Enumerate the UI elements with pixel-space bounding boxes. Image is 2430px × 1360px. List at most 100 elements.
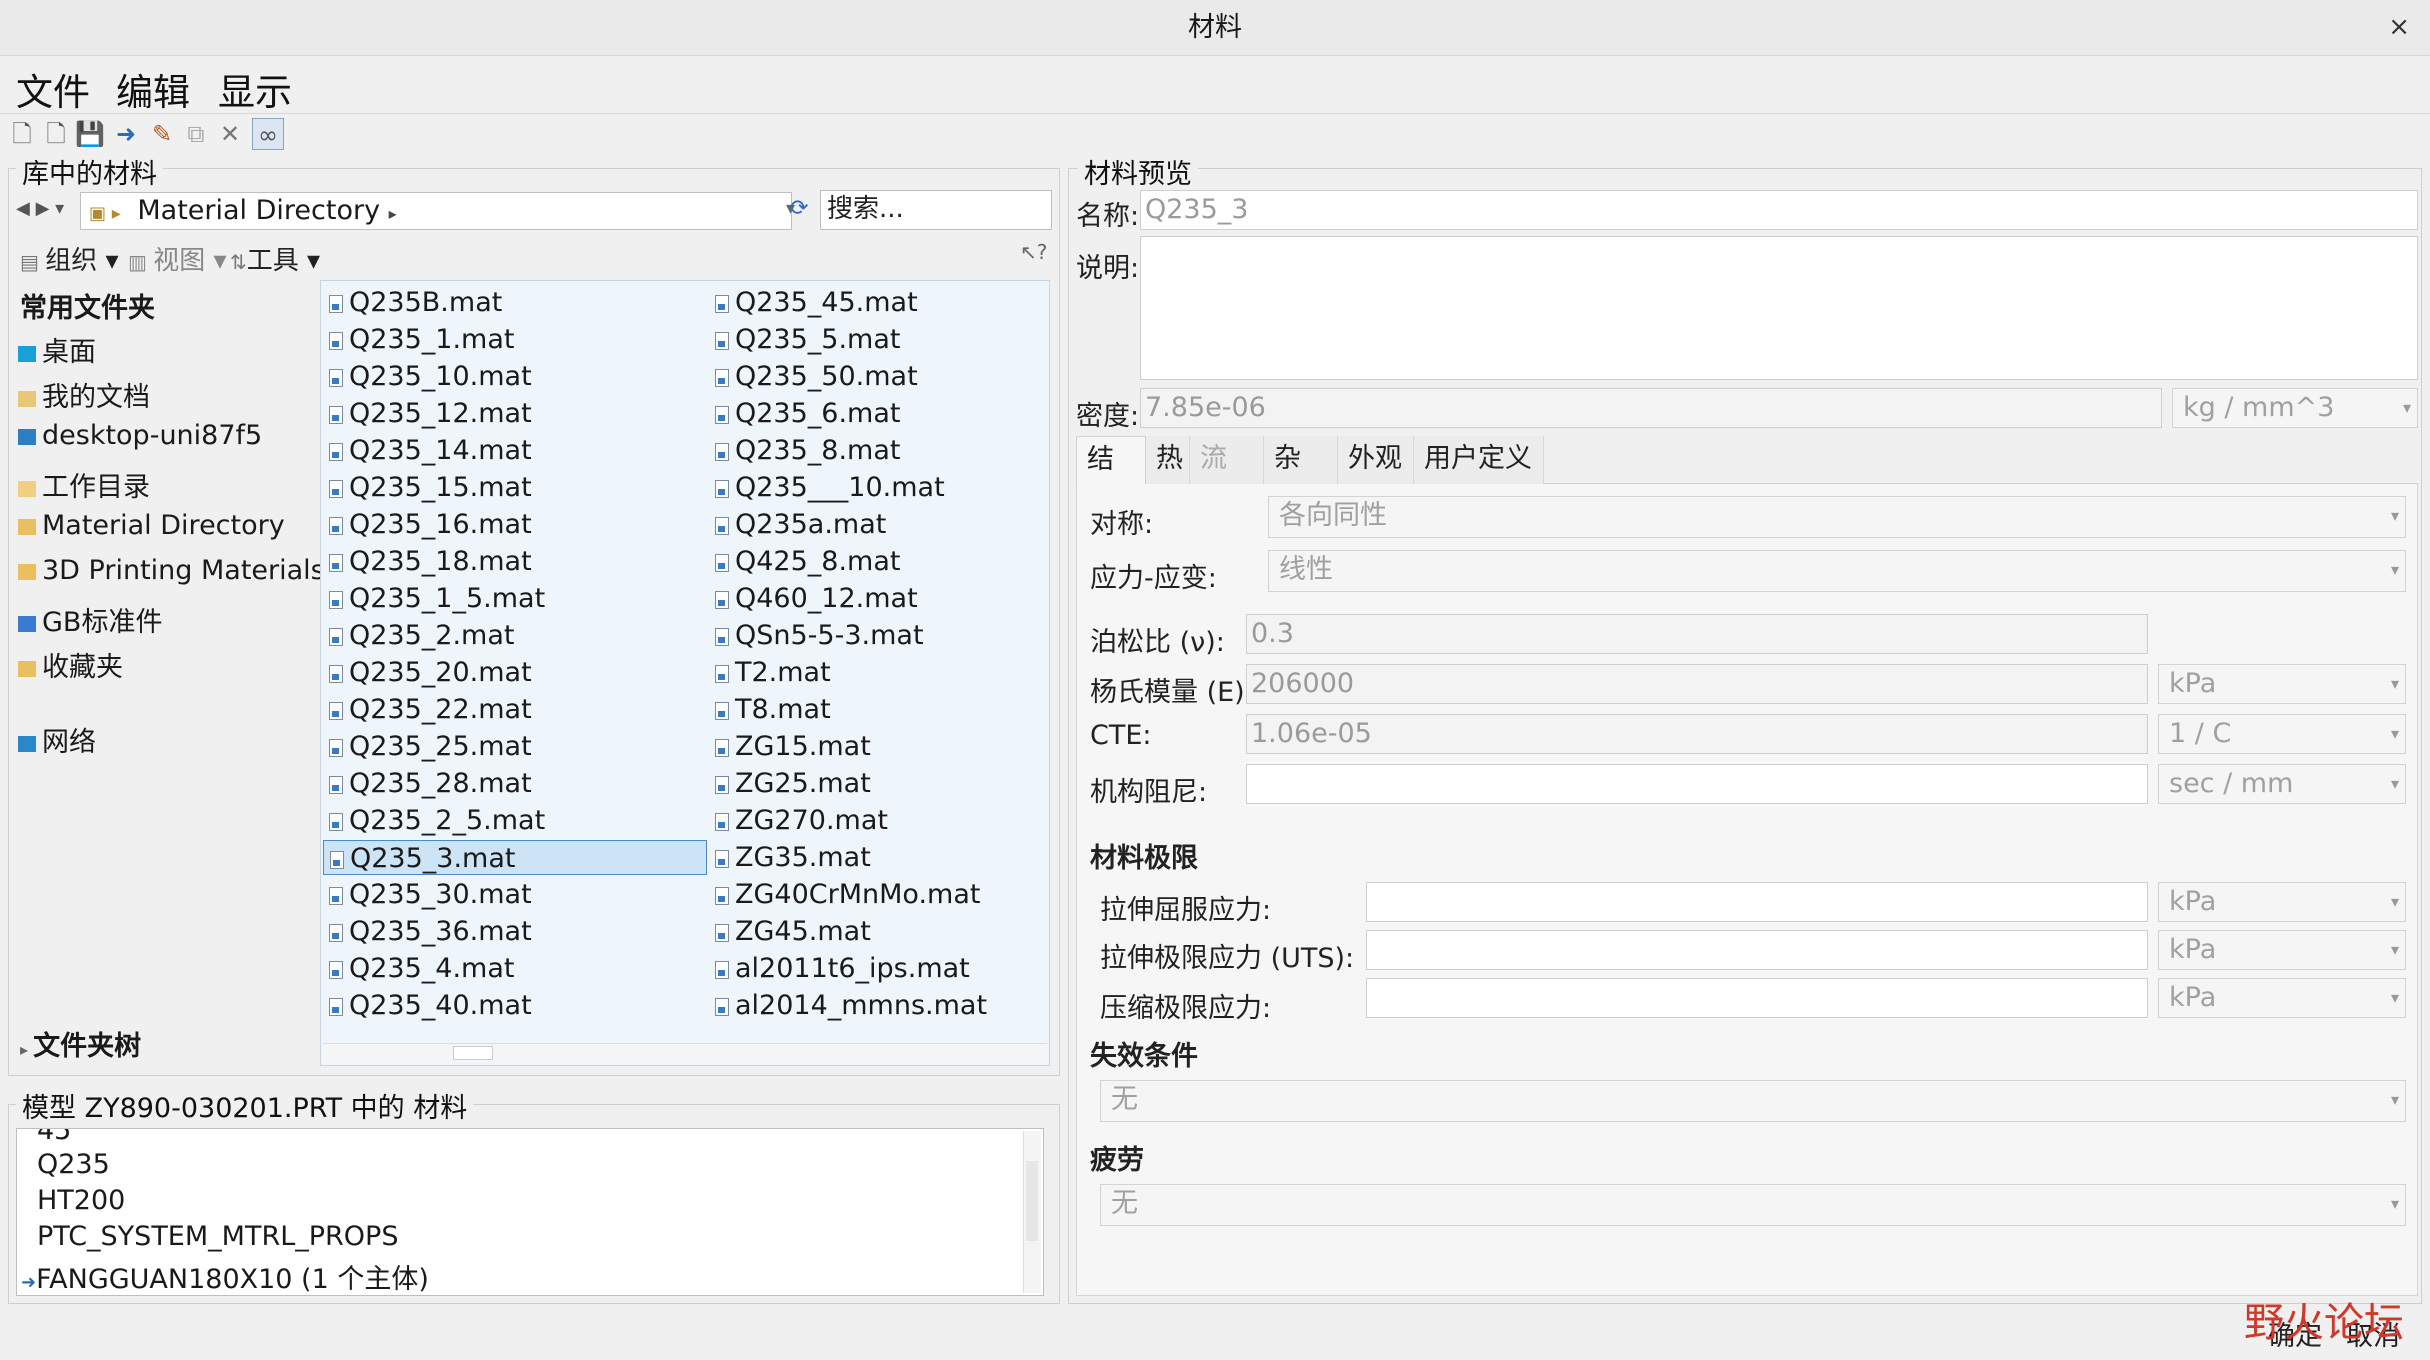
sidebar-item-desktop[interactable]: 桌面 <box>18 330 96 369</box>
file-item[interactable]: Q235_28.mat <box>323 766 707 801</box>
file-item[interactable]: Q235_8.mat <box>709 433 1039 468</box>
tab-fluid[interactable]: 流体 <box>1190 436 1264 520</box>
file-item[interactable]: Q235_15.mat <box>323 470 707 505</box>
file-list[interactable]: Q235B.mat Q235_1.mat Q235_10.mat Q235_12.ma… <box>320 280 1050 1066</box>
description-field[interactable] <box>1140 236 2418 380</box>
file-item[interactable]: Q235_20.mat <box>323 655 707 690</box>
file-item[interactable]: Q235_3.mat <box>323 840 707 875</box>
new-from-icon[interactable]: 🗋 <box>40 118 72 150</box>
close-icon[interactable]: × <box>2388 12 2410 42</box>
sidebar-item-documents[interactable]: 我的文档 <box>18 375 150 414</box>
compressive-ultimate-field[interactable] <box>1366 978 2148 1018</box>
file-item[interactable]: al2014_mmns.mat <box>709 988 1039 1023</box>
file-item[interactable]: Q235_45.mat <box>709 285 1039 320</box>
file-item[interactable]: Q235a.mat <box>709 507 1039 542</box>
file-item[interactable]: T2.mat <box>709 655 1039 690</box>
file-item[interactable]: Q235_5.mat <box>709 322 1039 357</box>
file-item[interactable]: Q235_2.mat <box>323 618 707 653</box>
tab-appearance[interactable]: 外观 <box>1338 436 1414 484</box>
sidebar-item-computer[interactable]: desktop-uni87f5 <box>18 420 262 451</box>
file-item[interactable]: ZG270.mat <box>709 803 1039 838</box>
failure-criteria-dropdown[interactable]: 无 <box>1100 1080 2406 1122</box>
file-item[interactable]: Q235_16.mat <box>323 507 707 542</box>
organize-menu[interactable]: ▤ 组织 ▾ <box>20 240 119 277</box>
youngs-unit-dropdown[interactable]: kPa <box>2158 664 2406 704</box>
search-input[interactable]: 搜索... <box>820 190 1052 230</box>
fatigue-dropdown[interactable]: 无 <box>1100 1184 2406 1226</box>
tab-thermal[interactable]: 热 <box>1146 436 1190 484</box>
help-pointer-icon[interactable]: ↖? <box>1020 240 1047 264</box>
sidebar-item-working-dir[interactable]: 工作目录 <box>18 465 150 504</box>
compressive-ultimate-unit-dropdown[interactable]: kPa <box>2158 978 2406 1018</box>
folder-tree-toggle[interactable]: ▸ 文件夹树 <box>20 1024 141 1063</box>
view-menu[interactable]: ▥ 视图 ▾ <box>128 240 227 277</box>
refresh-icon[interactable]: ⟳ <box>790 196 812 226</box>
file-item[interactable]: Q235_12.mat <box>323 396 707 431</box>
sidebar-item-3d-printing[interactable]: 3D Printing Materials <box>18 555 325 586</box>
scrollbar-thumb[interactable] <box>1026 1161 1038 1241</box>
model-material-item[interactable]: Q235 <box>37 1149 110 1180</box>
file-item[interactable]: Q460_12.mat <box>709 581 1039 616</box>
file-item[interactable]: ZG45.mat <box>709 914 1039 949</box>
tensile-yield-field[interactable] <box>1366 882 2148 922</box>
poisson-field[interactable]: 0.3 <box>1246 614 2148 654</box>
name-field[interactable]: Q235_3 <box>1140 190 2418 230</box>
vertical-scrollbar[interactable] <box>1023 1131 1041 1293</box>
edit-icon[interactable]: ✎ <box>146 118 178 150</box>
file-item[interactable]: Q235_22.mat <box>323 692 707 727</box>
model-materials-list[interactable]: 45 Q235 HT200 PTC_SYSTEM_MTRL_PROPS ➜FAN… <box>16 1128 1044 1296</box>
file-item[interactable]: Q235_18.mat <box>323 544 707 579</box>
file-item[interactable]: Q235_1.mat <box>323 322 707 357</box>
file-item[interactable]: Q235___10.mat <box>709 470 1039 505</box>
file-item[interactable]: Q235B.mat <box>323 285 707 320</box>
file-item[interactable]: Q235_36.mat <box>323 914 707 949</box>
delete-icon[interactable]: ✕ <box>214 118 246 150</box>
model-material-item[interactable]: HT200 <box>37 1185 125 1216</box>
density-field[interactable]: 7.85e-06 <box>1140 388 2162 428</box>
model-material-item[interactable]: PTC_SYSTEM_MTRL_PROPS <box>37 1221 398 1252</box>
back-icon[interactable]: ◀ ▶ ▾ <box>16 198 64 219</box>
youngs-field[interactable]: 206000 <box>1246 664 2148 704</box>
model-material-item[interactable]: ➜FANGGUAN180X10 (1 个主体) <box>21 1257 429 1295</box>
scrollbar-thumb[interactable] <box>453 1046 493 1060</box>
file-item[interactable]: ZG15.mat <box>709 729 1039 764</box>
file-item[interactable]: T8.mat <box>709 692 1039 727</box>
damping-field[interactable] <box>1246 764 2148 804</box>
cte-field[interactable]: 1.06e-05 <box>1246 714 2148 754</box>
file-item[interactable]: ZG40CrMnMo.mat <box>709 877 1039 912</box>
menu-display[interactable]: 显示 <box>218 62 292 116</box>
tab-structure[interactable]: 结构 <box>1076 436 1146 521</box>
tensile-yield-unit-dropdown[interactable]: kPa <box>2158 882 2406 922</box>
copy-icon[interactable]: ⧉ <box>180 118 212 150</box>
save-icon[interactable]: 💾 <box>74 118 106 150</box>
sidebar-item-favorites[interactable]: 收藏夹 <box>18 645 123 684</box>
file-item[interactable]: Q235_50.mat <box>709 359 1039 394</box>
address-bar[interactable]: ▣ ▸ Material Directory ▸ <box>80 192 792 230</box>
tensile-ultimate-unit-dropdown[interactable]: kPa <box>2158 930 2406 970</box>
menu-file[interactable]: 文件 <box>16 62 90 116</box>
file-item[interactable]: Q235_14.mat <box>323 433 707 468</box>
density-unit-dropdown[interactable]: kg / mm^3 <box>2172 388 2418 428</box>
file-item[interactable]: Q235_10.mat <box>323 359 707 394</box>
file-item[interactable]: Q235_30.mat <box>323 877 707 912</box>
preview-icon[interactable]: ∞ <box>252 118 284 150</box>
tab-user-defined[interactable]: 用户定义 <box>1414 436 1544 484</box>
damping-unit-dropdown[interactable]: sec / mm <box>2158 764 2406 804</box>
tools-menu[interactable]: ⇅工具 ▾ <box>230 240 320 277</box>
file-item[interactable]: Q235_2_5.mat <box>323 803 707 838</box>
file-item[interactable]: Q235_6.mat <box>709 396 1039 431</box>
assign-icon[interactable]: ➜ <box>110 118 142 150</box>
tensile-ultimate-field[interactable] <box>1366 930 2148 970</box>
stress-strain-dropdown[interactable]: 线性 <box>1268 550 2406 592</box>
new-icon[interactable]: 🗋 <box>6 118 38 150</box>
tab-misc[interactable]: 杂项 <box>1264 436 1338 520</box>
sidebar-item-material-directory[interactable]: Material Directory <box>18 510 285 541</box>
file-item[interactable]: QSn5-5-3.mat <box>709 618 1039 653</box>
file-item[interactable]: ZG25.mat <box>709 766 1039 801</box>
file-item[interactable]: Q235_1_5.mat <box>323 581 707 616</box>
file-item[interactable]: Q235_25.mat <box>323 729 707 764</box>
horizontal-scrollbar[interactable] <box>323 1043 1047 1063</box>
file-item[interactable]: ZG35.mat <box>709 840 1039 875</box>
file-item[interactable]: Q425_8.mat <box>709 544 1039 579</box>
sidebar-item-gb-standard[interactable]: GB标准件 <box>18 600 162 639</box>
